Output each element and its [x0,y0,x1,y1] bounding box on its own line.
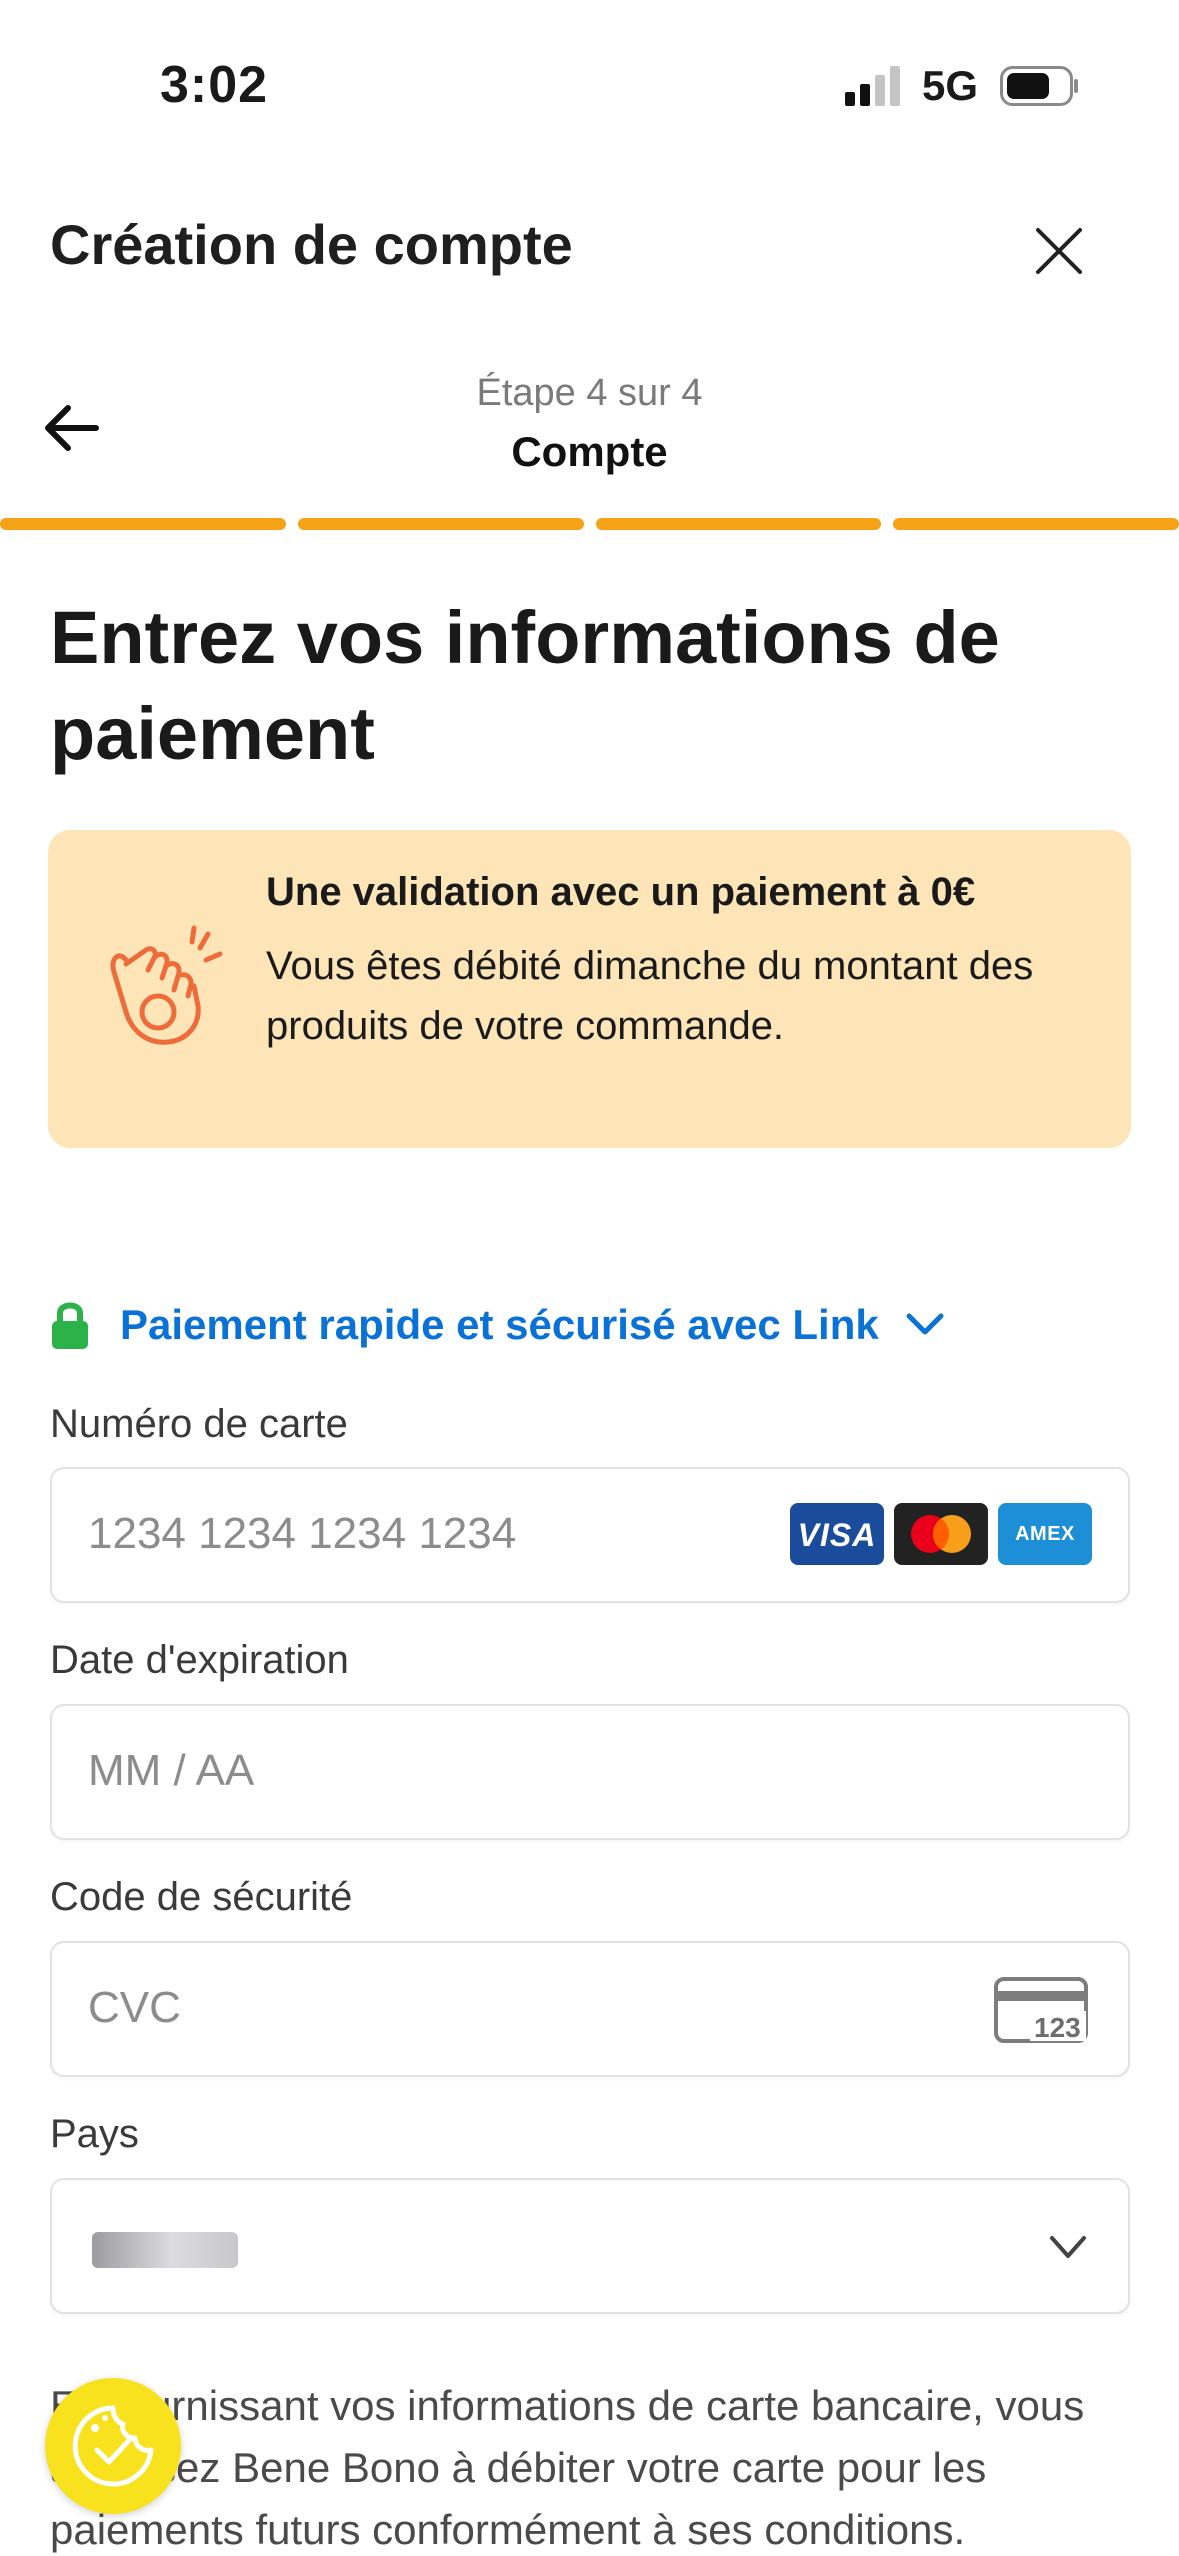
mastercard-icon [894,1503,988,1565]
cookie-consent-button[interactable] [45,2378,181,2514]
visa-icon: VISA [790,1503,884,1565]
ok-hand-icon [110,925,223,1045]
expiry-placeholder: MM / AA [88,1746,255,1795]
progress-segment-1 [0,518,286,530]
expiry-input[interactable]: MM / AA [50,1704,1130,1840]
signal-icon [845,66,900,106]
status-bar: 3:02 5G [0,0,1179,175]
svg-text:123: 123 [1034,2012,1081,2043]
amex-icon: AMEX [998,1503,1092,1565]
progress-segment-3 [595,518,882,530]
step-label: Étape 4 sur 4 [476,372,703,414]
chevron-down-icon [906,1313,944,1335]
card-number-label: Numéro de carte [50,1402,348,1446]
info-banner: Une validation avec un paiement à 0€ Vou… [48,830,1131,1148]
progress-bar [0,518,1179,530]
card-brands: VISA AMEX [790,1503,1092,1565]
lock-icon [52,1302,88,1349]
cvc-card-icon: 123 [994,1977,1088,2043]
card-number-input[interactable]: 1234 1234 1234 1234 VISA AMEX [50,1467,1130,1603]
chevron-down-icon [1050,2236,1086,2258]
step-name: Compte [511,428,668,475]
country-selected-value [92,2232,238,2268]
cvc-placeholder: CVC [88,1983,181,2032]
info-title: Une validation avec un paiement à 0€ [266,870,976,914]
card-number-placeholder: 1234 1234 1234 1234 [88,1509,517,1558]
cvc-input[interactable]: CVC 123 [50,1941,1130,2077]
status-time: 3:02 [160,56,269,114]
progress-segment-4 [893,518,1179,530]
link-payment-toggle[interactable]: Paiement rapide et sécurisé avec Link [50,1295,945,1355]
country-label: Pays [50,2112,139,2156]
link-payment-text: Paiement rapide et sécurisé avec Link [120,1301,879,1348]
country-select[interactable] [50,2178,1130,2314]
progress-segment-2 [297,518,584,530]
battery-icon [1000,66,1078,106]
expiry-label: Date d'expiration [50,1638,349,1682]
page: 3:02 5G Création de compte Étape 4 sur 4… [0,0,1179,2556]
info-text: Vous êtes débité dimanche du montant des… [266,944,1034,1048]
close-icon[interactable] [1030,222,1088,280]
cookie-check-icon [72,2405,154,2487]
page-title: Entrez vos informations de paiement [50,596,1000,775]
header-title: Création de compte [50,213,573,276]
network-type: 5G [922,62,979,109]
cvc-label: Code de sécurité [50,1875,353,1919]
legal-text: En fournissant vos informations de carte… [50,2382,1085,2553]
